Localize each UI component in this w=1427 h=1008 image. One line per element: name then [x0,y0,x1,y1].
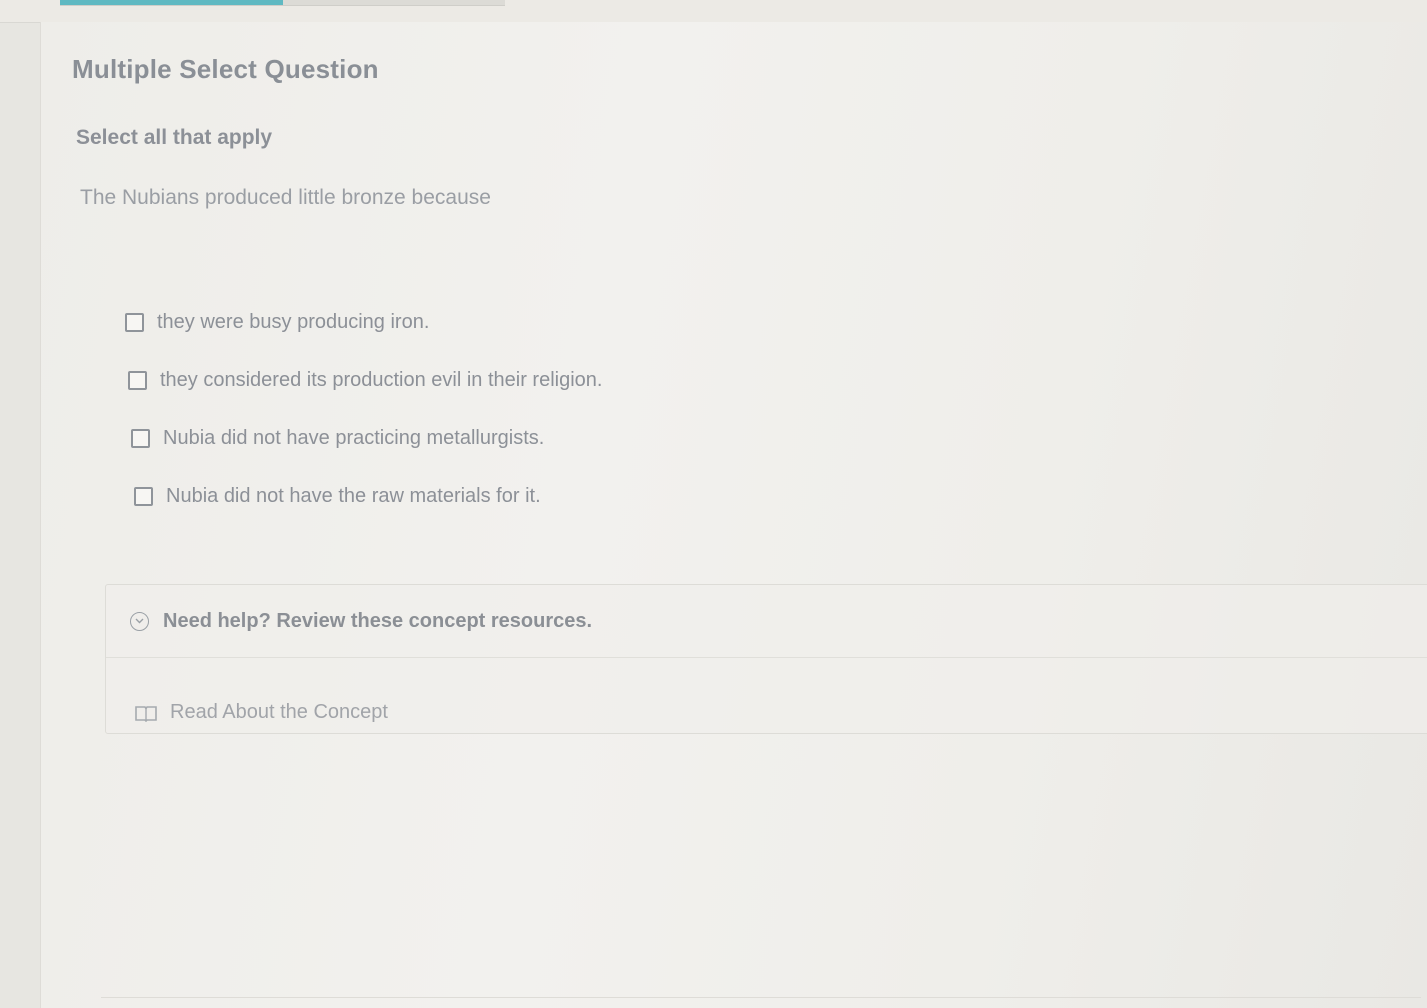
help-resources-toggle[interactable]: Need help? Review these concept resource… [106,585,1427,658]
instruction-text: Select all that apply [76,126,273,149]
answer-options: they were busy producing iron. they cons… [125,307,602,539]
book-icon [135,705,157,722]
progress-bar-fill [60,0,283,5]
answer-option[interactable]: Nubia did not have the raw materials for… [134,481,602,511]
question-type-title: Multiple Select Question [72,54,379,84]
answer-option-label: Nubia did not have practicing metallurgi… [163,426,545,449]
help-resources-title: Need help? Review these concept resource… [163,609,593,632]
answer-option-label: they considered its production evil in t… [160,368,603,391]
top-bar [0,0,1427,23]
divider [101,997,1421,998]
help-resources-panel: Need help? Review these concept resource… [105,584,1427,734]
answer-option[interactable]: they were busy producing iron. [125,307,602,337]
question-card: Multiple Select Question Select all that… [40,22,1427,1008]
checkbox[interactable] [134,486,153,506]
answer-option[interactable]: they considered its production evil in t… [128,365,602,395]
chevron-down-circle-icon [130,611,149,631]
question-prompt: The Nubians produced little bronze becau… [80,186,491,209]
checkbox[interactable] [125,312,144,332]
read-about-concept-link[interactable]: Read About the Concept [134,701,388,724]
answer-option-label: they were busy producing iron. [157,310,430,333]
read-about-concept-label: Read About the Concept [170,701,388,723]
answer-option[interactable]: Nubia did not have practicing metallurgi… [131,423,602,453]
answer-option-label: Nubia did not have the raw materials for… [166,484,541,507]
progress-bar [60,0,505,6]
checkbox[interactable] [128,370,147,390]
checkbox[interactable] [131,428,150,448]
